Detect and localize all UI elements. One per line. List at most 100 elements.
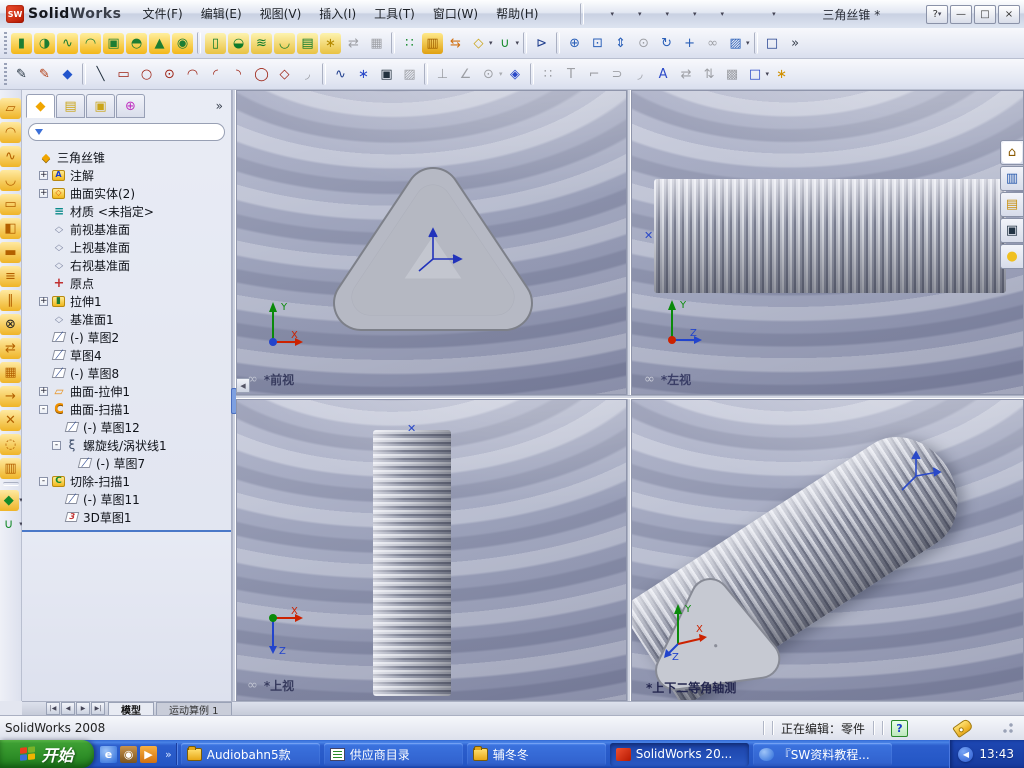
face-curves-button[interactable]: ▨ xyxy=(398,61,421,87)
toolbar-button[interactable] xyxy=(322,63,326,85)
feature-tree-item[interactable]: + 曲面实体(2) xyxy=(24,184,231,202)
lofted-surface-button[interactable]: ◡ xyxy=(0,168,22,192)
pan-button[interactable]: + xyxy=(678,30,701,56)
replace-face-button[interactable]: ⇄ xyxy=(0,336,22,360)
centerpoint-arc-button[interactable]: ◠ xyxy=(181,61,204,87)
rib-button[interactable]: ▲ xyxy=(148,30,171,56)
new-document-button[interactable]: ▾ xyxy=(588,1,615,27)
feature-tree-item[interactable]: - 曲面-扫描1 xyxy=(24,400,231,418)
untrim-surface-button[interactable]: ◌ xyxy=(0,432,22,456)
design-library-tab[interactable]: ▥ xyxy=(1000,166,1024,191)
mini-scrollbar[interactable]: ◀ xyxy=(236,378,250,393)
toolbar-button[interactable] xyxy=(523,32,528,54)
resize-grip[interactable] xyxy=(1002,722,1014,734)
feature-tree-item[interactable]: (-) 草图12 xyxy=(24,418,231,436)
sketch-fillet-button[interactable]: ◞ xyxy=(296,61,319,87)
lofted-cut-button[interactable]: ◡ xyxy=(273,30,296,56)
panel-more-chevron[interactable]: » xyxy=(212,99,227,113)
offset-surface-button[interactable]: ≡ xyxy=(0,264,22,288)
convert-entities-button[interactable]: ▣ xyxy=(375,61,398,87)
expand-toggle-icon[interactable]: - xyxy=(39,404,48,414)
feature-tree-item[interactable]: 材质 <未指定> xyxy=(24,202,231,220)
dimxpertmanager-tab[interactable]: ⊕ xyxy=(116,94,145,118)
sketch-button[interactable]: ✎ xyxy=(10,61,33,87)
toolbox-button[interactable]: ▥ xyxy=(421,30,444,56)
delete-face-button[interactable]: ⊗ xyxy=(0,312,22,336)
construction-geometry-button[interactable]: ∗ xyxy=(770,61,793,87)
revolved-cut-button[interactable]: ◒ xyxy=(227,30,250,56)
quick-launch-chevron[interactable]: » xyxy=(163,748,174,761)
expand-toggle-icon[interactable]: + xyxy=(39,170,48,180)
minimize-button[interactable]: — xyxy=(950,4,972,24)
feature-tree-item[interactable]: 原点 xyxy=(24,274,231,292)
toolbar-button[interactable] xyxy=(197,32,201,54)
taskbar-audiobahn-button[interactable]: Audiobahn5款 xyxy=(180,742,320,766)
display-relations-button[interactable]: ∠ xyxy=(454,61,477,87)
tangent-arc-button[interactable]: ◜ xyxy=(204,61,227,87)
linear-pattern-button[interactable]: ∷ xyxy=(398,30,421,56)
maximize-button[interactable]: □ xyxy=(974,4,996,24)
toolbar-button[interactable] xyxy=(2,482,19,486)
planar-surface-button[interactable]: ▬ xyxy=(0,240,22,264)
viewport-left[interactable]: ✕ Y Z ∞ *左视 xyxy=(631,90,1024,395)
toolbar-button[interactable] xyxy=(753,32,758,54)
instant3d-button[interactable]: ◇ ▾ xyxy=(467,30,494,56)
trim-entities-button[interactable]: T xyxy=(560,61,583,87)
undo-button[interactable]: ▾ xyxy=(699,1,726,27)
feature-tree-item[interactable]: - 螺旋线/涡状线1 xyxy=(24,436,231,454)
point-button[interactable]: ∗ xyxy=(352,61,375,87)
text-button[interactable]: A xyxy=(652,61,675,87)
surface-curves-button[interactable]: ∪ ▾ xyxy=(0,512,24,536)
feature-tree-item[interactable]: 3D草图1 xyxy=(24,508,231,526)
tab-nav-button[interactable]: ◀ xyxy=(61,702,75,715)
quick-tips-help-icon[interactable]: ? xyxy=(891,719,908,737)
tag-icon[interactable] xyxy=(952,717,974,739)
media-player-icon[interactable]: ▶ xyxy=(140,745,157,763)
select-button[interactable]: ⊳ xyxy=(530,30,553,56)
messenger-icon[interactable]: ◉ xyxy=(120,745,137,763)
toolbar-button[interactable] xyxy=(556,32,561,54)
open-document-button[interactable]: ▾ xyxy=(616,1,643,27)
tray-collapse-chevron[interactable]: ◀ xyxy=(958,746,974,762)
circle-button[interactable]: ○ xyxy=(135,61,158,87)
rebuild-button[interactable] xyxy=(726,1,749,27)
mirror-entities-button[interactable]: ◈ xyxy=(504,61,527,87)
options-button[interactable]: ▾ xyxy=(750,1,777,27)
model-tab[interactable]: 运动算例 1 xyxy=(156,702,232,717)
menu-item[interactable]: 窗口(W) xyxy=(424,1,487,28)
move-copy-body-button[interactable]: ⇆ xyxy=(444,30,467,56)
trim-surface-button[interactable]: ✕ xyxy=(0,408,22,432)
taskbar-fudongdong-button[interactable]: 辅冬冬 xyxy=(466,742,606,766)
taskbar-sw-tutorial-button[interactable]: 『SW资料教程... xyxy=(752,742,892,766)
feature-tree-item[interactable]: 基准面1 xyxy=(24,310,231,328)
extruded-boss-button[interactable]: ▮ xyxy=(10,30,33,56)
search-button[interactable] xyxy=(553,1,576,27)
feature-tree-item[interactable]: 草图4 xyxy=(24,346,231,364)
print-button[interactable]: ▾ xyxy=(671,1,698,27)
expand-toggle-icon[interactable]: - xyxy=(39,476,48,486)
view-settings-button[interactable]: □ xyxy=(761,30,784,56)
dome-button[interactable]: ◓ xyxy=(125,30,148,56)
extruded-surface-button[interactable]: ▱ xyxy=(0,96,22,120)
polygon-button[interactable]: ◇ xyxy=(273,61,296,87)
save-button[interactable]: ▾ xyxy=(644,1,671,27)
apply-scene-button[interactable]: ▨ ▾ xyxy=(724,30,751,56)
curves-button[interactable]: ∪ ▾ xyxy=(494,30,521,56)
filled-surface-button[interactable]: ◧ xyxy=(0,216,22,240)
zoom-in-out-button[interactable]: ⇕ xyxy=(609,30,632,56)
features-more-chevron[interactable]: » xyxy=(784,30,807,56)
file-explorer-tab[interactable]: ▤ xyxy=(1000,192,1024,217)
sketch-3d-button[interactable]: ✎ xyxy=(33,61,56,87)
menu-item[interactable]: 工具(T) xyxy=(365,1,424,28)
modify-sketch-button[interactable]: ⇄ xyxy=(675,61,698,87)
taskbar-solidworks-button[interactable]: SolidWorks 20... xyxy=(609,742,749,766)
feature-tree-item[interactable]: (-) 草图11 xyxy=(24,490,231,508)
quick-snaps-button[interactable]: ⊙ ▾ xyxy=(477,61,504,87)
start-button[interactable]: 开始 xyxy=(0,740,94,768)
feature-tree-item[interactable]: 上视基准面 xyxy=(24,238,231,256)
toolbar-button[interactable] xyxy=(424,63,428,85)
appearances-tab[interactable]: ● xyxy=(1000,244,1024,269)
zoom-to-selection-button[interactable]: ⊙ xyxy=(632,30,655,56)
toolbar-button[interactable] xyxy=(529,63,534,85)
spline-button[interactable]: ∿ xyxy=(329,61,352,87)
